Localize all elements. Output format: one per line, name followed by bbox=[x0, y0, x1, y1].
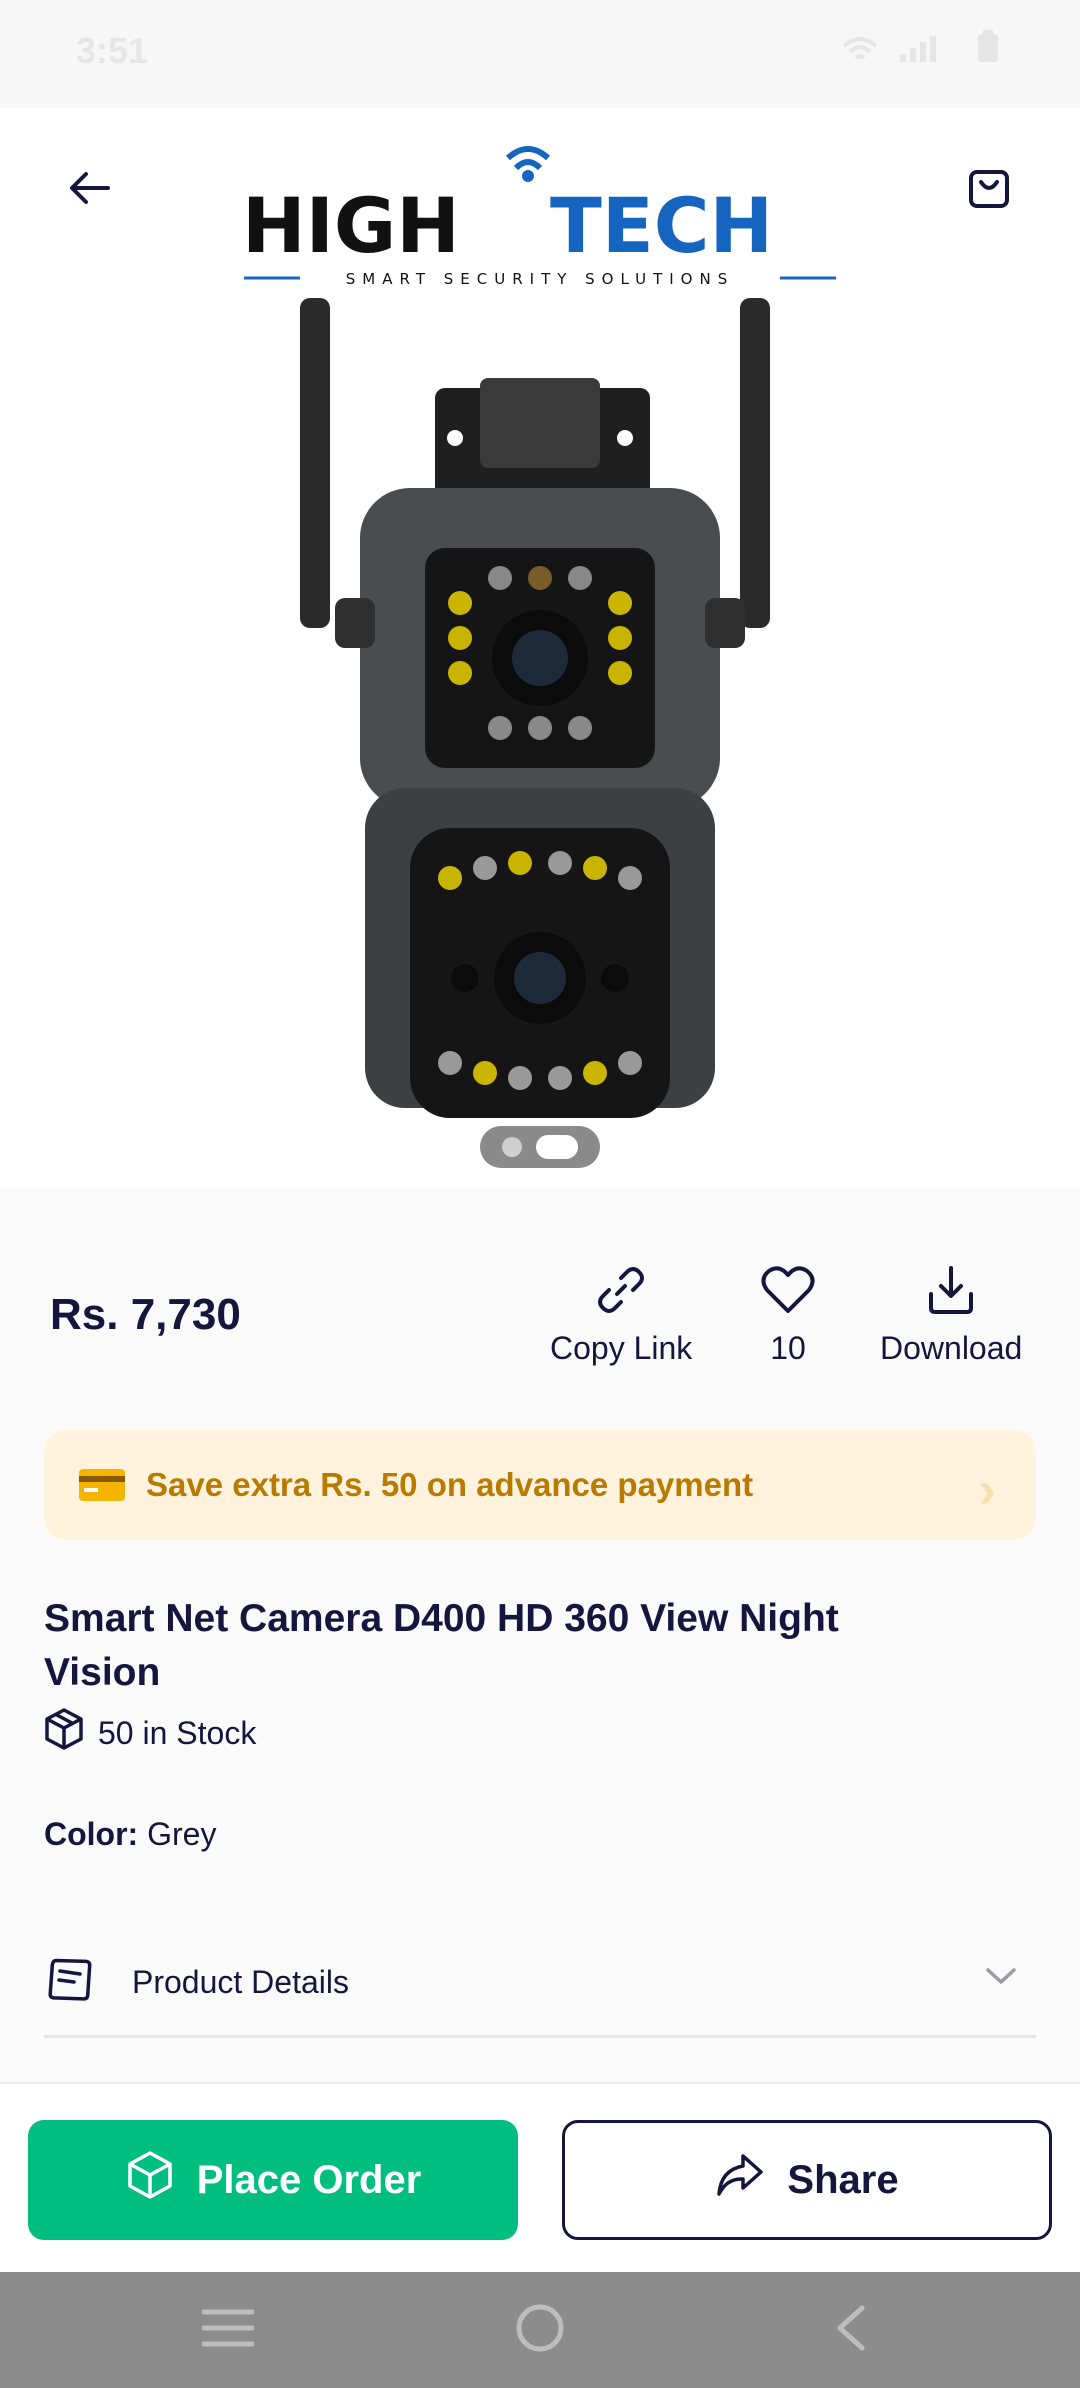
carousel-indicator[interactable] bbox=[480, 1126, 600, 1168]
back-button[interactable] bbox=[40, 140, 140, 240]
chevron-right-icon: › bbox=[978, 1461, 996, 1519]
status-bar: 3:51 bbox=[0, 0, 1080, 108]
advance-payment-banner[interactable]: Save extra Rs. 50 on advance payment › bbox=[44, 1430, 1036, 1540]
chevron-down-icon bbox=[984, 1966, 1018, 1991]
shopping-bag-icon bbox=[965, 164, 1013, 217]
product-image-carousel[interactable]: HIGH TECH SMART SECURITY SOLUTIONS bbox=[0, 108, 1080, 1188]
brand-tagline: SMART SECURITY SOLUTIONS bbox=[346, 270, 734, 288]
color-row: Color: Grey bbox=[44, 1816, 216, 1853]
signal-icon bbox=[898, 31, 958, 73]
like-count: 10 bbox=[770, 1330, 806, 1366]
document-icon bbox=[44, 1953, 98, 2012]
credit-card-icon bbox=[78, 1468, 126, 1502]
share-label: Share bbox=[787, 2157, 899, 2202]
status-time: 3:51 bbox=[76, 30, 149, 71]
stock-info: 50 in Stock bbox=[44, 1708, 256, 1758]
carousel-dot[interactable] bbox=[502, 1137, 522, 1157]
bottom-action-bar: Place Order Share bbox=[0, 2082, 1080, 2272]
box-icon bbox=[44, 1708, 84, 1758]
copy-link-button[interactable]: Copy Link bbox=[550, 1262, 692, 1367]
copy-link-label: Copy Link bbox=[550, 1330, 693, 1366]
heart-icon bbox=[760, 1262, 816, 1318]
arrow-left-icon bbox=[68, 166, 112, 215]
place-order-button[interactable]: Place Order bbox=[28, 2120, 518, 2240]
product-details-accordion[interactable]: Product Details bbox=[44, 1930, 1036, 2038]
place-order-label: Place Order bbox=[196, 2157, 422, 2202]
battery-icon bbox=[976, 30, 1000, 73]
system-back-button[interactable] bbox=[820, 2300, 880, 2360]
product-details-label: Product Details bbox=[132, 1964, 349, 2000]
color-label: Color: bbox=[44, 1816, 139, 1852]
stock-text: 50 in Stock bbox=[98, 1714, 257, 1751]
product-price: Rs. 7,730 bbox=[50, 1290, 241, 1339]
product-image bbox=[270, 288, 810, 1168]
brand-name-right: TECH bbox=[550, 181, 773, 270]
brand-logo: HIGH TECH SMART SECURITY SOLUTIONS bbox=[240, 140, 840, 290]
product-title: Smart Net Camera D400 HD 360 View Night … bbox=[44, 1597, 839, 1694]
color-value: Grey bbox=[147, 1816, 217, 1852]
home-circle-icon bbox=[514, 2302, 566, 2359]
promo-text: Save extra Rs. 50 on advance payment bbox=[146, 1466, 754, 1503]
recent-apps-button[interactable] bbox=[198, 2300, 258, 2360]
carousel-dot-active[interactable] bbox=[536, 1135, 578, 1159]
status-icons bbox=[840, 30, 1000, 73]
download-icon bbox=[923, 1262, 979, 1318]
brand-name-left: HIGH bbox=[242, 181, 460, 270]
link-icon bbox=[593, 1262, 649, 1318]
home-button[interactable] bbox=[510, 2300, 570, 2360]
wifi-icon bbox=[840, 31, 880, 73]
download-label: Download bbox=[880, 1330, 1023, 1366]
like-button[interactable]: 10 bbox=[760, 1262, 816, 1367]
share-button[interactable]: Share bbox=[562, 2120, 1052, 2240]
system-navigation-bar bbox=[0, 2272, 1080, 2388]
menu-icon bbox=[201, 2308, 255, 2353]
cart-button[interactable] bbox=[939, 140, 1039, 240]
share-icon bbox=[715, 2152, 765, 2208]
cube-icon bbox=[125, 2150, 175, 2210]
chevron-left-icon bbox=[832, 2304, 868, 2357]
download-button[interactable]: Download bbox=[880, 1262, 1022, 1367]
